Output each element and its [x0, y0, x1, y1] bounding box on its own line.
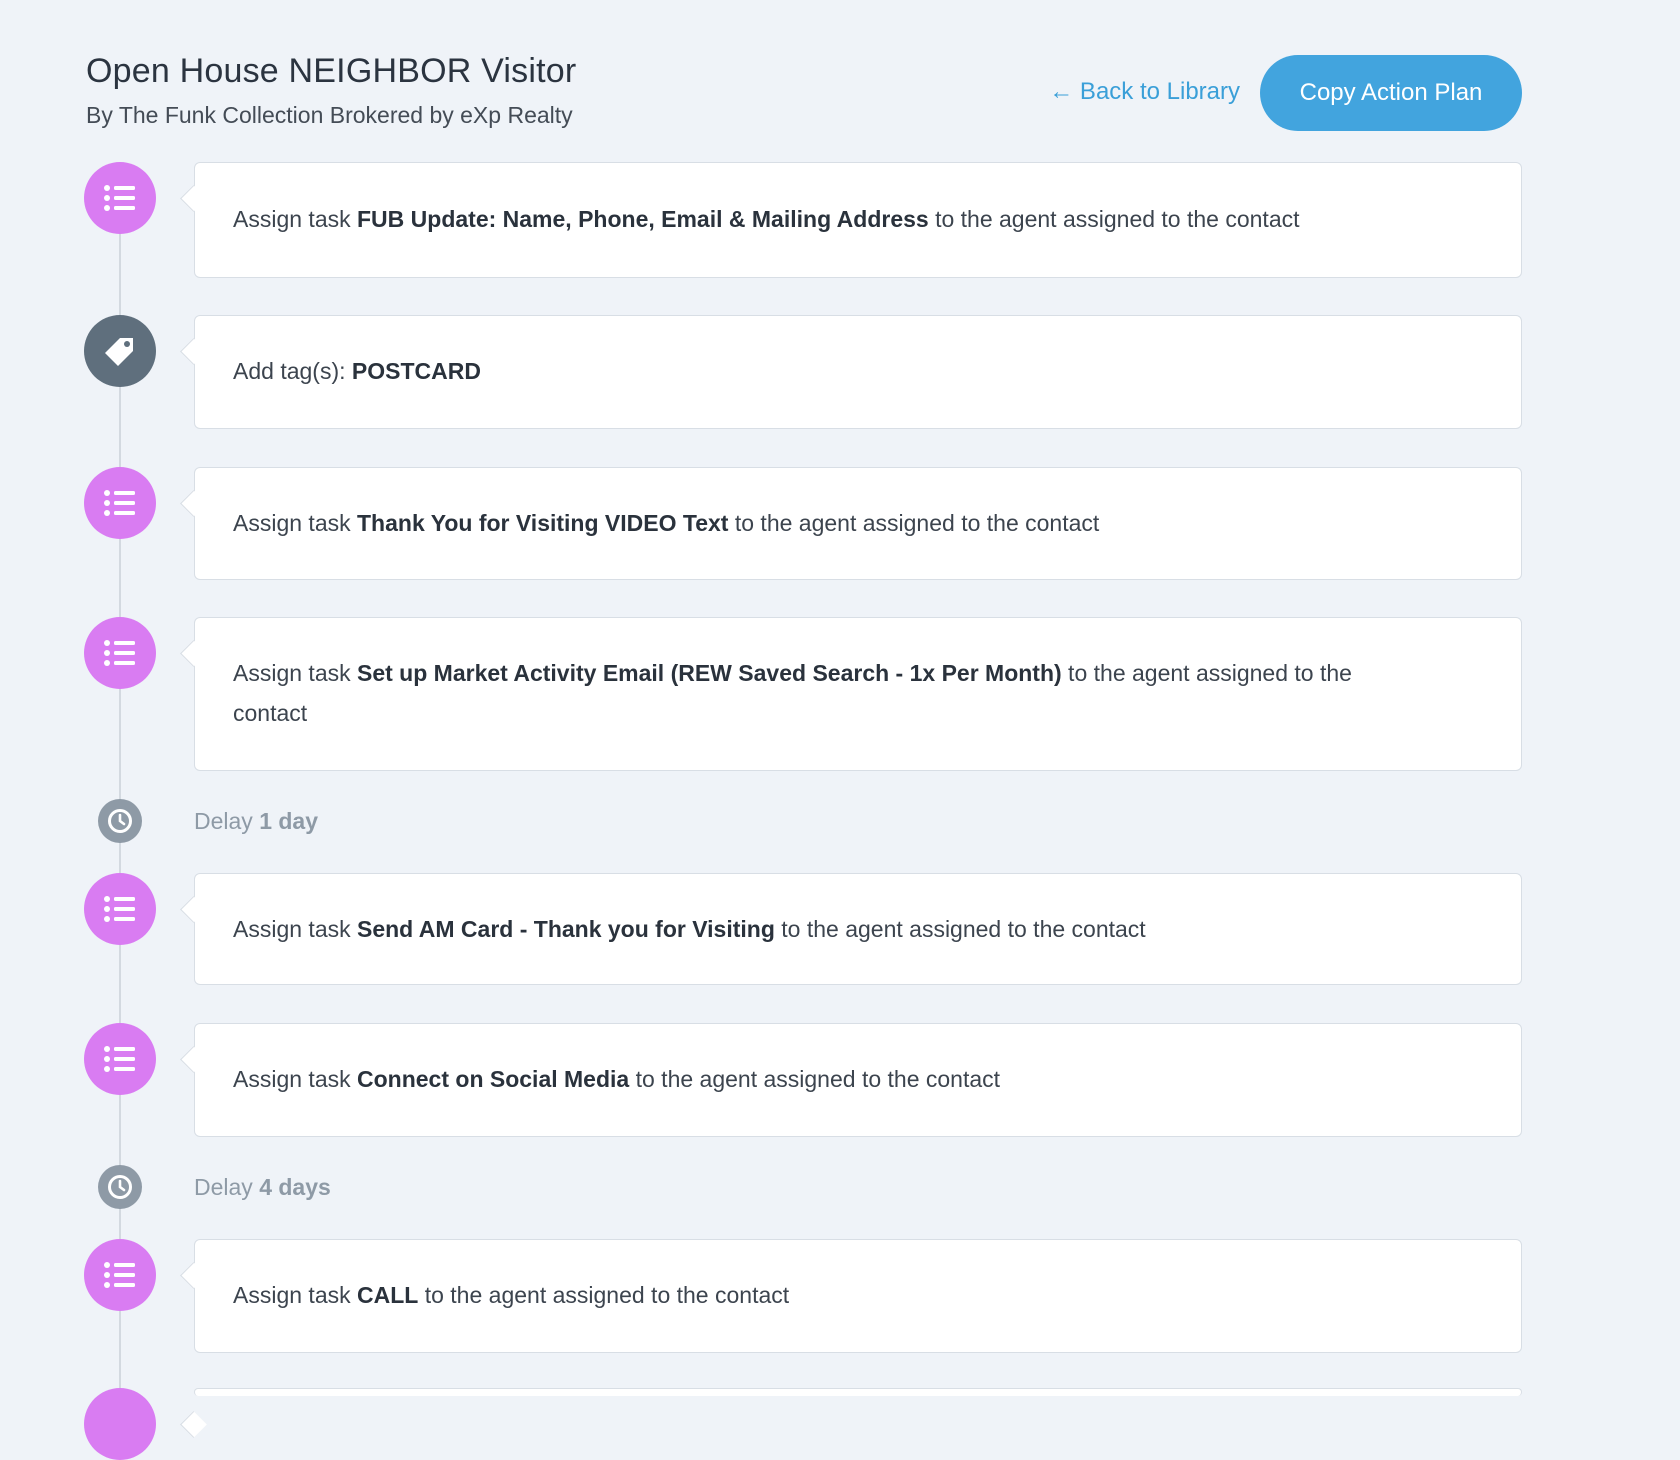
- clock-icon: [98, 799, 142, 843]
- step-text: Add tag(s): POSTCARD: [233, 358, 481, 384]
- step-text: Assign task Connect on Social Media to t…: [233, 1066, 1001, 1092]
- step-card[interactable]: Assign task Set up Market Activity Email…: [194, 617, 1522, 771]
- step-card[interactable]: Assign task CALL to the agent assigned t…: [194, 1239, 1522, 1353]
- step-text: Assign task Set up Market Activity Email…: [233, 660, 1352, 726]
- task-list-icon: [84, 1023, 156, 1095]
- delay-text: Delay 4 days: [194, 1174, 331, 1200]
- task-list-icon: [84, 873, 156, 945]
- step-card[interactable]: Assign task FUB Update: Name, Phone, Ema…: [194, 162, 1522, 278]
- step-card[interactable]: Assign task Thank You for Visiting VIDEO…: [194, 467, 1522, 580]
- task-list-icon: [84, 617, 156, 689]
- page-header: Open House NEIGHBOR Visitor By The Funk …: [86, 50, 1522, 140]
- step-card[interactable]: [194, 1388, 1522, 1396]
- task-list-icon: [84, 467, 156, 539]
- delay-row: Delay 1 day: [0, 799, 1680, 845]
- clock-icon: [98, 1165, 142, 1209]
- step-card[interactable]: Assign task Send AM Card - Thank you for…: [194, 873, 1522, 985]
- step-card[interactable]: Add tag(s): POSTCARD: [194, 315, 1522, 429]
- task-list-icon: [84, 1388, 156, 1460]
- page-subtitle: By The Funk Collection Brokered by eXp R…: [86, 102, 573, 128]
- step-text: Assign task FUB Update: Name, Phone, Ema…: [233, 206, 1300, 232]
- tag-icon: [84, 315, 156, 387]
- task-list-icon: [84, 162, 156, 234]
- task-list-icon: [84, 1239, 156, 1311]
- delay-text: Delay 1 day: [194, 808, 319, 834]
- step-text: Assign task CALL to the agent assigned t…: [233, 1282, 790, 1308]
- copy-action-plan-button[interactable]: Copy Action Plan: [1260, 55, 1522, 131]
- step-text: Assign task Thank You for Visiting VIDEO…: [233, 510, 1100, 536]
- back-to-library-link[interactable]: ← Back to Library: [1049, 78, 1240, 106]
- page-title: Open House NEIGHBOR Visitor: [86, 52, 577, 90]
- delay-row: Delay 4 days: [0, 1165, 1680, 1211]
- step-card[interactable]: Assign task Connect on Social Media to t…: [194, 1023, 1522, 1137]
- step-text: Assign task Send AM Card - Thank you for…: [233, 916, 1146, 942]
